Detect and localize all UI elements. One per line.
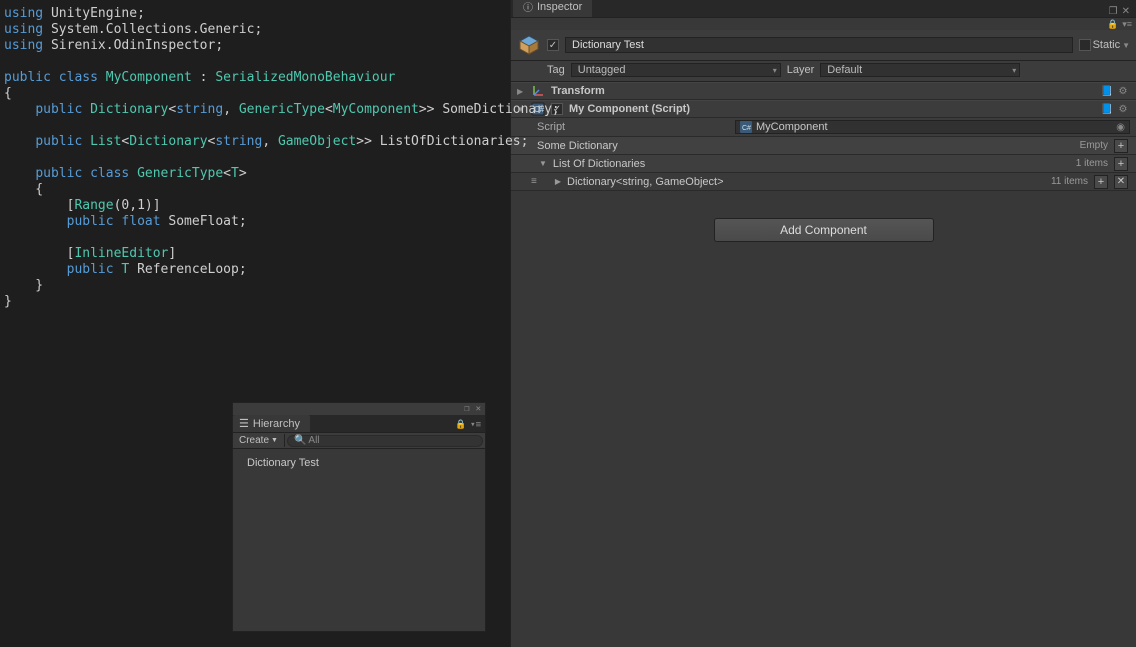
static-toggle[interactable]: Static ▼ bbox=[1079, 39, 1130, 51]
create-dropdown[interactable]: Create ▼ bbox=[233, 434, 285, 447]
hierarchy-tab-label: Hierarchy bbox=[253, 418, 300, 430]
search-placeholder: All bbox=[308, 435, 319, 446]
dictionary-item-count: 11 items bbox=[1051, 176, 1088, 187]
gameobject-header: ✓ Static ▼ bbox=[511, 30, 1136, 61]
gear-icon[interactable]: ⚙ bbox=[1116, 84, 1130, 98]
chevron-down-icon[interactable]: ▼ bbox=[1122, 41, 1130, 50]
some-dictionary-label: Some Dictionary bbox=[537, 140, 1074, 152]
expand-arrow-icon[interactable]: ▶ bbox=[555, 177, 561, 186]
mycomponent-header[interactable]: ▼ C# ✓ My Component (Script) 📘 ⚙ bbox=[511, 100, 1136, 118]
hierarchy-titlebar: ❐ ✕ bbox=[233, 403, 485, 415]
transform-component-header[interactable]: ▶ Transform 📘 ⚙ bbox=[511, 82, 1136, 100]
close-icon[interactable]: ✕ bbox=[1122, 6, 1130, 17]
gameobject-name-input[interactable] bbox=[565, 37, 1073, 53]
hierarchy-search[interactable]: 🔍 All bbox=[287, 435, 483, 447]
list-of-dictionaries-label: List Of Dictionaries bbox=[553, 158, 1070, 170]
chevron-down-icon: ▼ bbox=[271, 437, 278, 444]
lock-icon[interactable]: 🔒 bbox=[1107, 19, 1118, 30]
script-object-field[interactable]: C# MyComponent ◉ bbox=[735, 120, 1130, 134]
context-menu-icon[interactable]: ▾≡ bbox=[1122, 19, 1132, 30]
some-dictionary-row[interactable]: Some Dictionary Empty + bbox=[511, 137, 1136, 155]
mycomponent-title: My Component (Script) bbox=[569, 103, 1094, 115]
create-label: Create bbox=[239, 435, 269, 446]
layer-label: Layer bbox=[787, 64, 815, 76]
some-dictionary-state: Empty bbox=[1080, 140, 1108, 151]
add-button[interactable]: + bbox=[1094, 175, 1108, 189]
inspector-tab-label: Inspector bbox=[537, 1, 582, 13]
inspector-tab[interactable]: ⓘ Inspector bbox=[513, 0, 592, 17]
transform-title: Transform bbox=[551, 85, 1094, 97]
script-label: Script bbox=[537, 121, 727, 133]
static-label: Static bbox=[1093, 39, 1121, 51]
popout-icon[interactable]: ❐ bbox=[1109, 6, 1118, 17]
expand-arrow-icon[interactable]: ▼ bbox=[539, 159, 547, 168]
popout-icon[interactable]: ❐ bbox=[464, 404, 469, 414]
dictionary-item-row[interactable]: ≡ ▶ Dictionary<string, GameObject> 11 it… bbox=[511, 173, 1136, 191]
script-property: Script C# MyComponent ◉ bbox=[511, 118, 1136, 137]
gameobject-active-checkbox[interactable]: ✓ bbox=[547, 39, 559, 51]
gameobject-icon[interactable] bbox=[517, 33, 541, 57]
hierarchy-panel: ❐ ✕ ☰ Hierarchy 🔒 ▾≡ Create ▼ bbox=[232, 402, 486, 632]
layer-dropdown[interactable]: Default bbox=[820, 63, 1020, 77]
script-value: MyComponent bbox=[756, 121, 828, 133]
expand-arrow-icon[interactable]: ▶ bbox=[517, 87, 525, 96]
script-icon: C# bbox=[740, 121, 752, 133]
svg-text:C#: C# bbox=[742, 125, 751, 132]
static-checkbox[interactable] bbox=[1079, 39, 1091, 51]
code-editor[interactable]: using UnityEngine; using System.Collecti… bbox=[0, 0, 510, 316]
drag-handle-icon[interactable]: ≡ bbox=[531, 176, 535, 187]
tag-label: Tag bbox=[547, 64, 565, 76]
object-picker-icon[interactable]: ◉ bbox=[1116, 122, 1125, 133]
gear-icon[interactable]: ⚙ bbox=[1116, 102, 1130, 116]
hierarchy-tab[interactable]: ☰ Hierarchy bbox=[233, 415, 310, 432]
help-icon[interactable]: 📘 bbox=[1100, 102, 1114, 116]
hierarchy-item[interactable]: Dictionary Test bbox=[247, 457, 471, 469]
transform-icon bbox=[531, 84, 545, 98]
list-of-dictionaries-count: 1 items bbox=[1076, 158, 1108, 169]
tag-dropdown[interactable]: Untagged bbox=[571, 63, 781, 77]
lock-icon[interactable]: 🔒 bbox=[455, 420, 466, 430]
context-menu-icon[interactable]: ▾≡ bbox=[470, 420, 481, 430]
close-icon[interactable]: ✕ bbox=[476, 404, 481, 414]
dictionary-item-label: Dictionary<string, GameObject> bbox=[567, 176, 1045, 188]
add-button[interactable]: + bbox=[1114, 157, 1128, 171]
info-icon: ⓘ bbox=[523, 0, 533, 14]
add-component-button[interactable]: Add Component bbox=[714, 218, 934, 242]
help-icon[interactable]: 📘 bbox=[1100, 84, 1114, 98]
search-icon: 🔍 bbox=[294, 435, 306, 446]
hierarchy-icon: ☰ bbox=[239, 417, 249, 430]
remove-button[interactable]: ✕ bbox=[1114, 175, 1128, 189]
add-button[interactable]: + bbox=[1114, 139, 1128, 153]
list-of-dictionaries-row[interactable]: ▼ List Of Dictionaries 1 items + bbox=[511, 155, 1136, 173]
